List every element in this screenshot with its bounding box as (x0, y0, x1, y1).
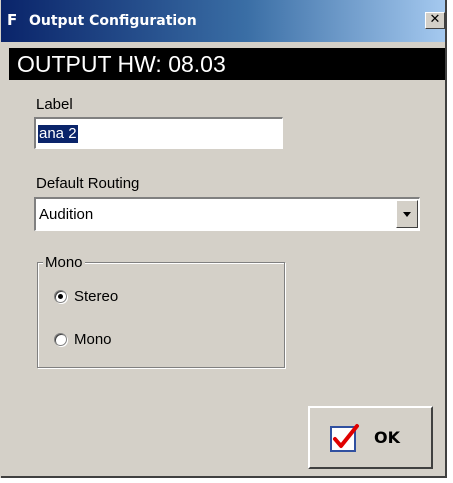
radio-mono-label[interactable]: Mono (74, 331, 112, 349)
output-hw-text: OUTPUT HW: 08.03 (17, 51, 226, 77)
window-title: Output Configuration (29, 13, 197, 29)
default-routing-value: Audition (39, 206, 94, 223)
dropdown-button[interactable] (396, 200, 418, 228)
output-hw-banner: OUTPUT HW: 08.03 (9, 48, 445, 80)
radio-mono[interactable] (54, 333, 67, 346)
close-icon: ✕ (429, 12, 441, 27)
output-configuration-dialog: F Output Configuration ✕ OUTPUT HW: 08.0… (0, 0, 447, 478)
radio-stereo-label[interactable]: Stereo (74, 288, 118, 306)
close-button[interactable]: ✕ (425, 12, 445, 29)
ok-button[interactable]: OK (308, 406, 433, 469)
app-icon: F (7, 11, 18, 29)
radio-stereo[interactable] (54, 290, 67, 303)
default-routing-label: Default Routing (36, 175, 140, 192)
window-border-right (445, 0, 447, 478)
label-input-value: ana 2 (38, 125, 78, 143)
mono-groupbox (37, 262, 285, 368)
default-routing-select[interactable]: Audition (34, 197, 420, 231)
red-checkmark-icon (330, 424, 359, 452)
ok-button-label: OK (374, 428, 400, 447)
label-input[interactable]: ana 2 (34, 117, 283, 149)
mono-group-legend: Mono (43, 254, 85, 272)
window-border-bottom (1, 476, 447, 478)
radio-selected-dot (58, 294, 63, 299)
chevron-down-icon (403, 212, 411, 217)
title-bar[interactable]: F Output Configuration ✕ (1, 0, 447, 42)
label-field-label: Label (36, 96, 73, 113)
